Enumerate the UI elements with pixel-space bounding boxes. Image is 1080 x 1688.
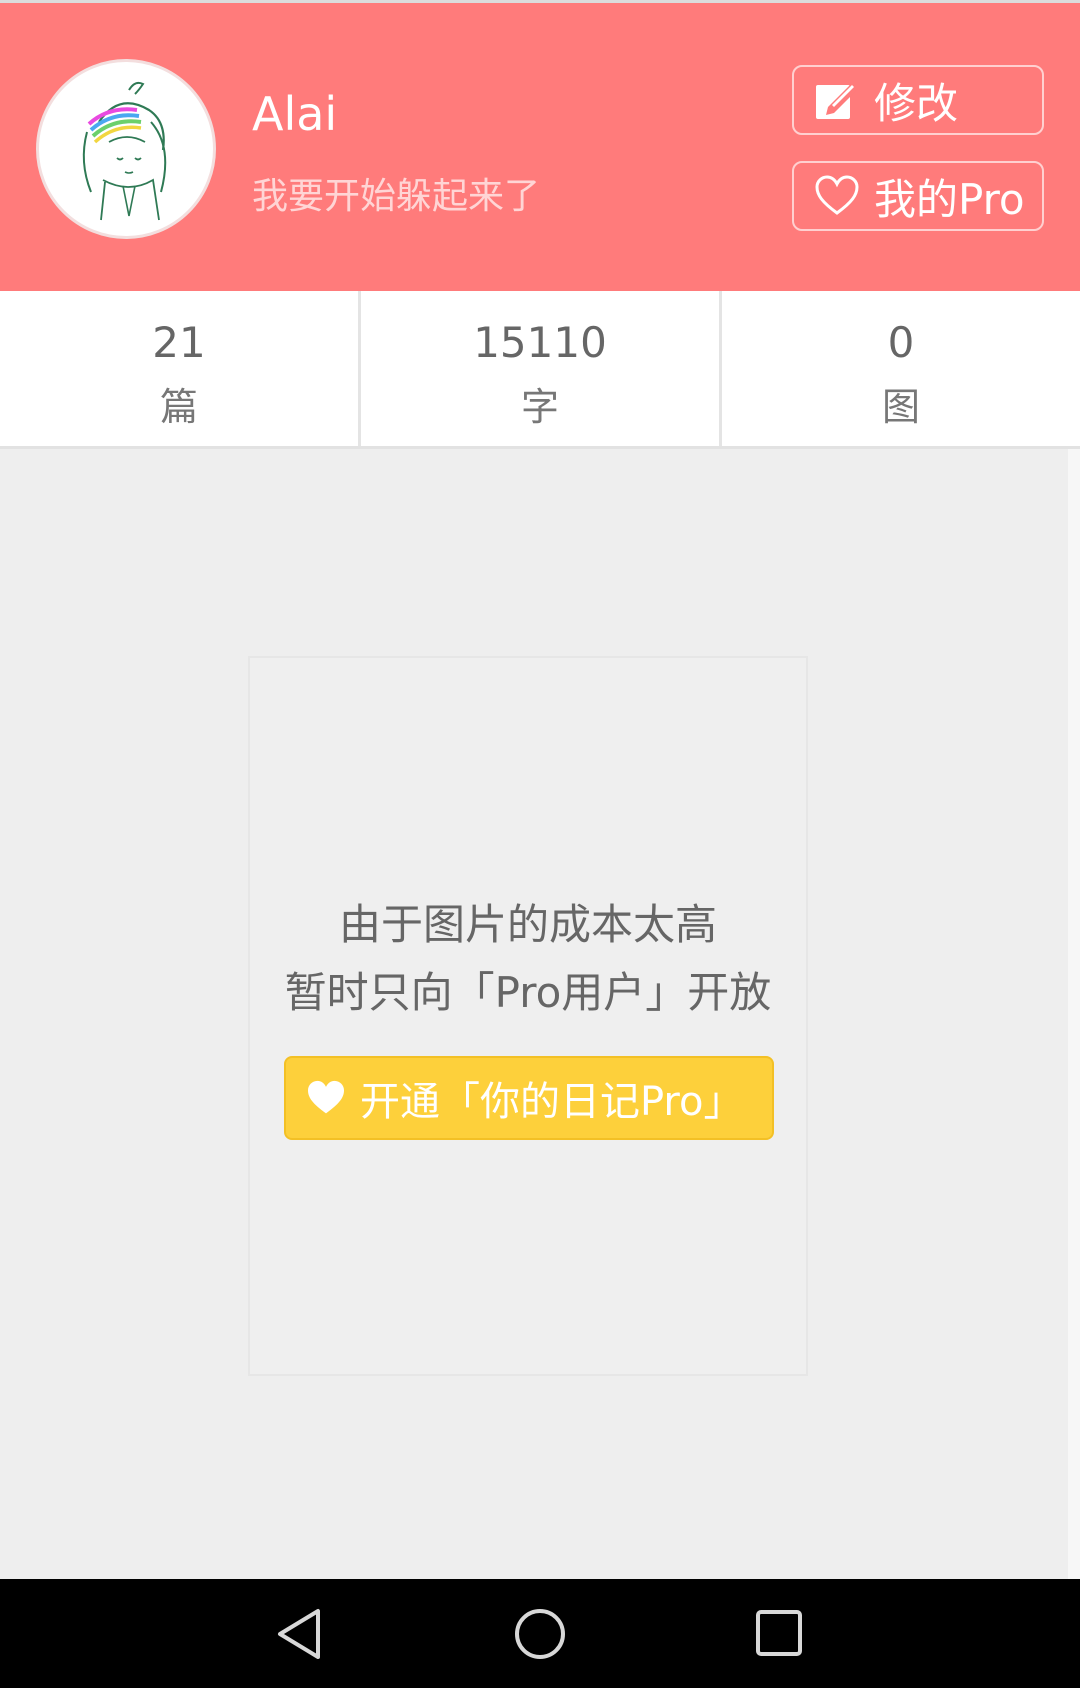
stat-label: 篇 [159, 385, 198, 429]
stat-value: 0 [887, 318, 915, 367]
heart-icon [304, 1076, 348, 1120]
stat-value: 21 [152, 318, 206, 367]
profile-header: Alai 我要开始躲起来了 修改 我的Pro [0, 0, 1080, 291]
edit-icon [812, 75, 862, 125]
user-bio: 我要开始躲起来了 [252, 176, 541, 217]
stat-words[interactable]: 15110 字 [361, 291, 722, 446]
home-circle-icon[interactable] [509, 1603, 571, 1665]
upgrade-pro-button[interactable]: 开通「你的日记Pro」 [284, 1056, 774, 1140]
user-name: Alai [252, 87, 338, 141]
pro-button-label: 我的Pro [874, 174, 1025, 224]
stat-label: 图 [881, 385, 920, 429]
heart-outline-icon [812, 171, 862, 221]
scrollbar[interactable] [1068, 449, 1080, 1579]
recents-square-icon[interactable] [749, 1603, 811, 1665]
photos-locked-card: 由于图片的成本太高 暂时只向「Pro用户」开放 开通「你的日记Pro」 [248, 656, 808, 1376]
avatar[interactable] [36, 59, 216, 239]
back-triangle-icon[interactable] [270, 1603, 332, 1665]
upgrade-pro-label: 开通「你的日记Pro」 [360, 1079, 744, 1125]
stat-entries[interactable]: 21 篇 [0, 291, 361, 446]
locked-message-line2: 暂时只向「Pro用户」开放 [284, 968, 772, 1017]
stat-label: 字 [520, 385, 559, 429]
edit-button-label: 修改 [874, 78, 959, 128]
stat-images[interactable]: 0 图 [722, 291, 1080, 446]
my-pro-button[interactable]: 我的Pro [792, 161, 1044, 231]
locked-message-line1: 由于图片的成本太高 [338, 900, 717, 949]
edit-profile-button[interactable]: 修改 [792, 65, 1044, 135]
system-navigation-bar [0, 1579, 1080, 1688]
stat-value: 15110 [473, 318, 607, 367]
stats-bar: 21 篇 15110 字 0 图 [0, 291, 1080, 449]
avatar-sketch-icon [82, 81, 167, 221]
